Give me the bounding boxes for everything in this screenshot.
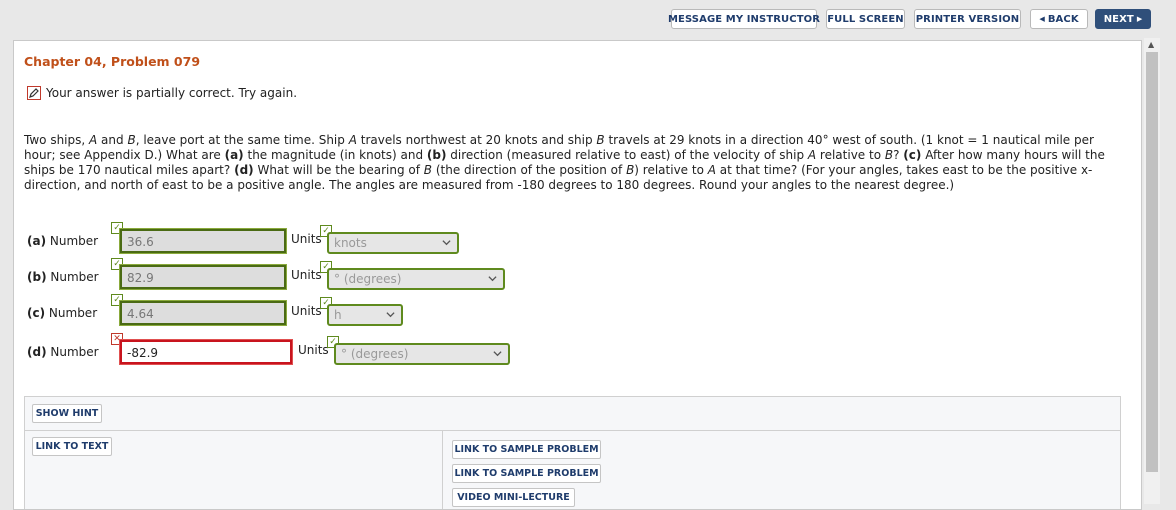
- divider: [442, 430, 443, 509]
- units-select[interactable]: h: [327, 304, 403, 326]
- chevron-down-icon: [488, 276, 497, 282]
- next-button[interactable]: NEXT ▶: [1095, 9, 1151, 29]
- answer-status: Your answer is partially correct. Try ag…: [27, 86, 297, 100]
- link-to-text-button[interactable]: LINK TO TEXT: [32, 437, 112, 456]
- problem-panel: Chapter 04, Problem 079 Your answer is p…: [13, 40, 1142, 510]
- part-label: (d) Number: [27, 345, 99, 359]
- part-label: (b) Number: [27, 270, 99, 284]
- show-hint-button[interactable]: SHOW HINT: [32, 404, 102, 423]
- units-select-value: knots: [334, 236, 367, 250]
- chevron-down-icon: [442, 240, 451, 246]
- top-toolbar: MESSAGE MY INSTRUCTOR FULL SCREEN PRINTE…: [0, 0, 1176, 38]
- chevron-left-icon: ◀: [1039, 15, 1045, 23]
- units-select[interactable]: ° (degrees): [334, 343, 510, 365]
- units-label: Units: [298, 343, 329, 357]
- message-instructor-button[interactable]: MESSAGE MY INSTRUCTOR: [668, 9, 820, 29]
- back-button[interactable]: ◀ BACK: [1030, 9, 1088, 29]
- window-margin: [1160, 38, 1176, 504]
- chevron-down-icon: [493, 351, 502, 357]
- answer-status-text: Your answer is partially correct. Try ag…: [46, 86, 298, 100]
- answer-row: (a) Number ✓ 36.6 Units ✓ knots: [27, 222, 627, 255]
- units-select-value: h: [334, 308, 342, 322]
- problem-title: Chapter 04, Problem 079: [24, 54, 201, 69]
- back-button-label: BACK: [1047, 13, 1079, 25]
- scrollbar-thumb[interactable]: [1146, 52, 1158, 472]
- part-label: (a) Number: [27, 234, 99, 248]
- answer-row: (b) Number ✓ 82.9 Units ✓ ° (degrees): [27, 258, 627, 291]
- chevron-right-icon: ▶: [1136, 15, 1143, 23]
- units-label: Units: [291, 304, 322, 318]
- resources-box: SHOW HINT LINK TO TEXT LINK TO SAMPLE PR…: [24, 396, 1121, 509]
- number-input[interactable]: 36.6: [120, 229, 286, 253]
- answer-row: (c) Number ✓ 4.64 Units ✓ h: [27, 294, 627, 327]
- pencil-icon: [27, 86, 41, 100]
- link-to-sample-problem-button[interactable]: LINK TO SAMPLE PROBLEM: [452, 464, 601, 483]
- number-input[interactable]: 4.64: [120, 301, 286, 325]
- units-label: Units: [291, 268, 322, 282]
- scroll-up-icon[interactable]: ▲: [1148, 40, 1154, 49]
- number-input[interactable]: 82.9: [120, 265, 286, 289]
- chevron-down-icon: [386, 312, 395, 318]
- units-select[interactable]: knots: [327, 232, 459, 254]
- full-screen-button[interactable]: FULL SCREEN: [826, 9, 905, 29]
- vertical-scrollbar[interactable]: ▲: [1144, 38, 1160, 504]
- next-button-label: NEXT: [1103, 13, 1134, 25]
- video-mini-lecture-button[interactable]: VIDEO MINI-LECTURE: [452, 488, 575, 507]
- units-select-value: ° (degrees): [334, 272, 402, 286]
- link-to-sample-problem-button[interactable]: LINK TO SAMPLE PROBLEM: [452, 440, 601, 459]
- part-label: (c) Number: [27, 306, 98, 320]
- answer-row: (d) Number ✕ -82.9 Units ✓ ° (degrees): [27, 333, 627, 366]
- problem-text: Two ships, A and B, leave port at the sa…: [24, 133, 1105, 192]
- units-select-value: ° (degrees): [341, 347, 409, 361]
- units-label: Units: [291, 232, 322, 246]
- divider: [25, 430, 1120, 431]
- printer-version-button[interactable]: PRINTER VERSION: [914, 9, 1021, 29]
- number-input[interactable]: -82.9: [120, 340, 292, 364]
- units-select[interactable]: ° (degrees): [327, 268, 505, 290]
